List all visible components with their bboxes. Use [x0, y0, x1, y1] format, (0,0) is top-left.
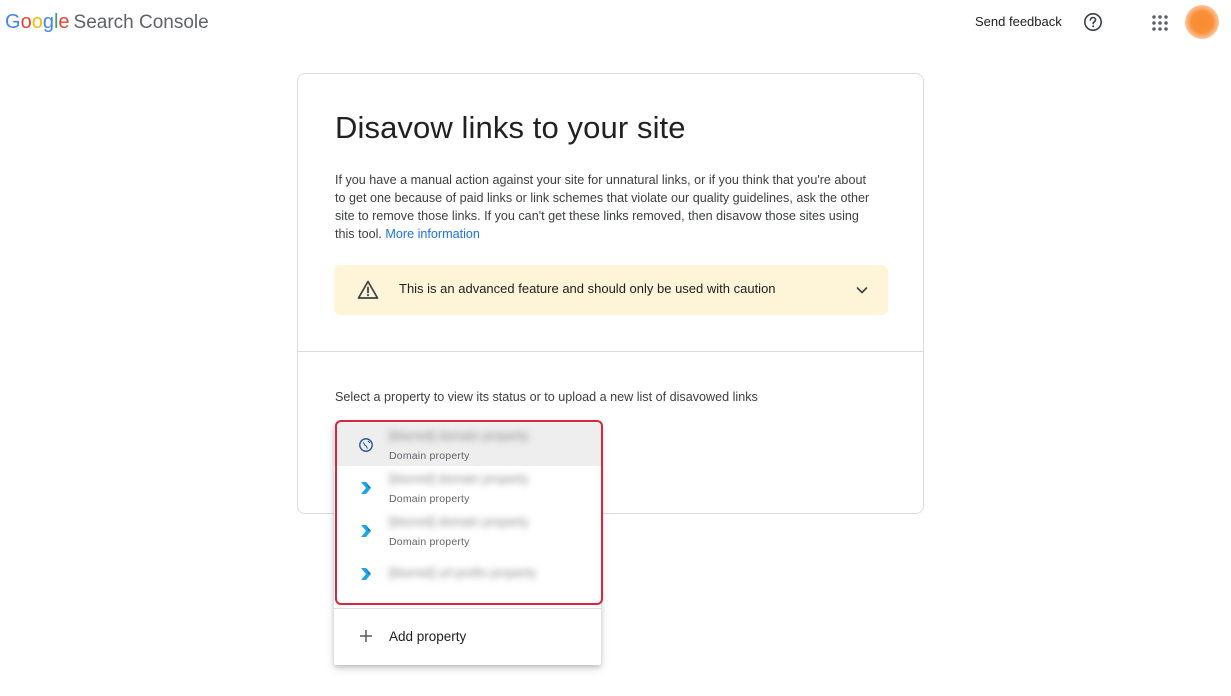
property-option[interactable]: [blurred] url-prefix property: [334, 552, 601, 595]
logo-letter: o: [20, 11, 32, 33]
search-console-logo[interactable]: Google Search Console: [5, 10, 209, 35]
add-property-label: Add property: [389, 629, 467, 644]
property-type: Domain property: [389, 536, 470, 548]
select-property-label: Select a property to view its status or …: [335, 390, 758, 404]
product-name: Search Console: [73, 12, 209, 33]
property-type: Domain property: [389, 450, 470, 462]
property-option[interactable]: [blurred] domain property Domain propert…: [334, 423, 601, 466]
property-name: [blurred] domain property: [389, 515, 529, 529]
property-name: [blurred] domain property: [389, 472, 529, 486]
app-header: Google Search Console Send feedback: [0, 0, 1231, 46]
google-wordmark: Google: [5, 10, 70, 34]
property-option[interactable]: [blurred] domain property Domain propert…: [334, 466, 601, 509]
logo-letter: e: [58, 11, 70, 33]
url-prefix-chevron-icon: [361, 525, 371, 537]
property-dropdown-menu: [blurred] domain property Domain propert…: [334, 423, 601, 665]
add-property-button[interactable]: Add property: [334, 619, 601, 655]
send-feedback-link[interactable]: Send feedback: [975, 14, 1062, 29]
warning-triangle-icon: [357, 280, 379, 299]
page-description: If you have a manual action against your…: [335, 171, 870, 243]
more-information-link[interactable]: More information: [385, 227, 480, 241]
globe-icon: [359, 438, 373, 452]
logo-letter: g: [42, 11, 54, 33]
url-prefix-chevron-icon: [361, 482, 371, 494]
property-type: Domain property: [389, 493, 470, 505]
property-name: [blurred] url-prefix property: [389, 566, 537, 580]
account-avatar[interactable]: [1185, 5, 1219, 39]
help-circle-icon: [1084, 13, 1102, 31]
apps-grid-icon: [1152, 15, 1168, 31]
google-apps-button[interactable]: [1150, 13, 1170, 33]
property-option[interactable]: [blurred] domain property Domain propert…: [334, 509, 601, 552]
logo-letter: o: [31, 11, 43, 33]
dropdown-divider: [334, 608, 601, 609]
plus-icon: [360, 630, 372, 642]
caution-banner[interactable]: This is an advanced feature and should o…: [334, 265, 888, 315]
logo-letter: G: [5, 11, 21, 33]
caution-text: This is an advanced feature and should o…: [399, 281, 776, 296]
url-prefix-chevron-icon: [361, 568, 371, 580]
property-name: [blurred] domain property: [389, 429, 529, 443]
section-divider: [298, 351, 923, 352]
chevron-down-icon[interactable]: [853, 281, 871, 299]
page-title: Disavow links to your site: [335, 110, 686, 145]
help-button[interactable]: [1083, 12, 1103, 32]
